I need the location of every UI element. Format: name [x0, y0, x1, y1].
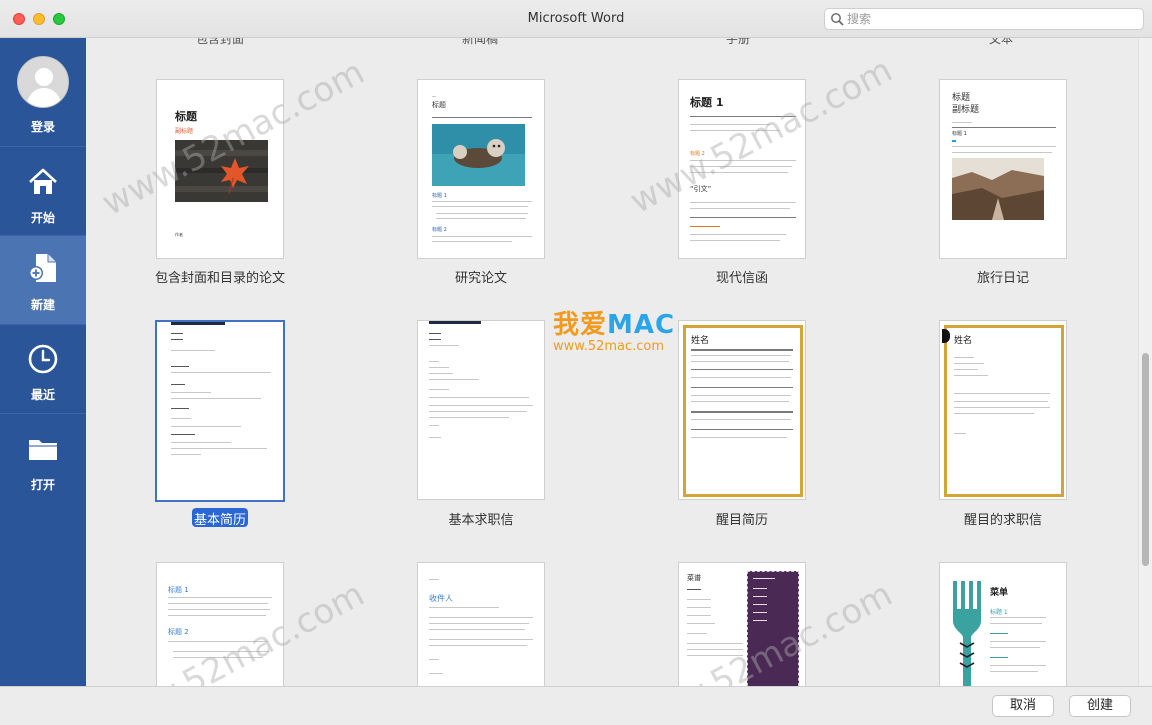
template-bold-cover-letter[interactable]: 姓名	[939, 320, 1067, 500]
template-preview-heading: 标题 1	[432, 193, 447, 199]
sidebar-item-open[interactable]: 打开	[0, 414, 86, 502]
sidebar: 登录 开始 新建 最近 打开	[0, 38, 86, 725]
template-label: 文本	[989, 38, 1014, 46]
template-preview-subtitle: 副标题	[952, 105, 980, 115]
fork-icon	[953, 581, 981, 686]
template-report[interactable]: 标题 1 标题 2	[156, 562, 284, 686]
template-label: 现代信函	[715, 271, 768, 286]
template-preview-title: 标题	[432, 101, 446, 109]
template-basic-cover-letter[interactable]	[417, 320, 545, 500]
canyon-image	[952, 158, 1044, 220]
template-preview-heading: 标题 1	[990, 609, 1008, 616]
create-button[interactable]: 创建	[1069, 695, 1131, 717]
template-gallery: 包含封面 新闻稿 手册 文本 标题 副标题 作者 包含封面和目录的论文 — 标题	[86, 38, 1138, 686]
template-preview-name: 姓名	[954, 336, 973, 346]
template-label: 包含封面	[196, 38, 245, 46]
search-box[interactable]	[824, 8, 1144, 30]
template-label: 旅行日记	[976, 271, 1029, 286]
template-basic-resume[interactable]	[155, 320, 285, 502]
sidebar-item-login[interactable]: 登录	[0, 38, 86, 134]
template-recipe[interactable]: 菜谱	[678, 562, 806, 686]
autumn-leaf-image	[175, 140, 268, 202]
template-label: 醒目的求职信	[963, 513, 1042, 528]
sidebar-item-label: 打开	[30, 478, 55, 492]
home-icon	[29, 168, 57, 194]
template-preview-author: 作者	[175, 232, 183, 237]
recipe-sidebar-panel	[747, 571, 799, 686]
template-letter[interactable]: 收件人	[417, 562, 545, 686]
sidebar-item-label: 登录	[30, 120, 55, 134]
title-bar: Microsoft Word	[0, 0, 1152, 38]
template-label: 包含封面和目录的论文	[154, 271, 285, 286]
sidebar-item-label: 开始	[30, 211, 55, 225]
template-preview-title: 标题 1	[168, 586, 189, 594]
search-icon	[831, 13, 844, 26]
template-modern-letter[interactable]: 标题 1 标题 2 “引文”	[678, 79, 806, 259]
scrollbar-thumb[interactable]	[1142, 353, 1149, 566]
template-label: 基本求职信	[448, 513, 514, 528]
watermark-logo: 我爱MAC www.52mac.com	[553, 310, 676, 354]
search-input[interactable]	[847, 11, 1137, 27]
new-document-icon	[29, 254, 56, 282]
sidebar-item-label: 最近	[30, 388, 55, 402]
folder-icon	[29, 440, 57, 460]
template-preview-heading: 标题 1	[952, 131, 967, 137]
template-menu[interactable]: 菜单 标题 1	[939, 562, 1067, 686]
bottom-bar: 取消 创建	[0, 686, 1152, 725]
sidebar-item-home[interactable]: 开始	[0, 147, 86, 235]
cancel-button[interactable]: 取消	[992, 695, 1054, 717]
template-research-paper[interactable]: — 标题 标题 1 标题 2	[417, 79, 545, 259]
template-preview-title: 菜单	[990, 588, 1009, 598]
template-bold-resume[interactable]: 姓名	[678, 320, 806, 500]
template-preview-title: 菜谱	[687, 574, 701, 582]
template-thesis-with-cover[interactable]: 标题 副标题 作者	[156, 79, 284, 259]
template-label: 醒目简历	[715, 513, 768, 528]
template-preview-subtitle: 副标题	[175, 128, 194, 135]
template-preview-quote: “引文”	[690, 185, 712, 193]
template-label: 新闻稿	[462, 38, 499, 46]
sidebar-item-recent[interactable]: 最近	[0, 325, 86, 413]
template-preview-title: 标题	[175, 110, 197, 123]
clock-icon	[28, 344, 58, 374]
template-preview-heading: 标题 2	[432, 227, 447, 233]
template-label: 手册	[726, 38, 751, 46]
vertical-scrollbar[interactable]	[1138, 38, 1152, 686]
template-preview-title: 标题 1	[690, 96, 724, 109]
template-preview-name: 姓名	[691, 336, 710, 346]
template-preview-heading: 标题 2	[168, 628, 189, 636]
template-label: 研究论文	[454, 271, 507, 286]
sidebar-item-new[interactable]: 新建	[0, 236, 86, 324]
avatar	[17, 56, 69, 108]
template-preview-title: 收件人	[429, 594, 453, 603]
sidebar-item-label: 新建	[30, 298, 55, 312]
template-label: 基本简历	[193, 513, 246, 528]
template-travel-journal[interactable]: 标题 副标题 标题 1	[939, 79, 1067, 259]
template-preview-heading: 标题 2	[690, 151, 705, 157]
otter-image	[432, 124, 525, 186]
